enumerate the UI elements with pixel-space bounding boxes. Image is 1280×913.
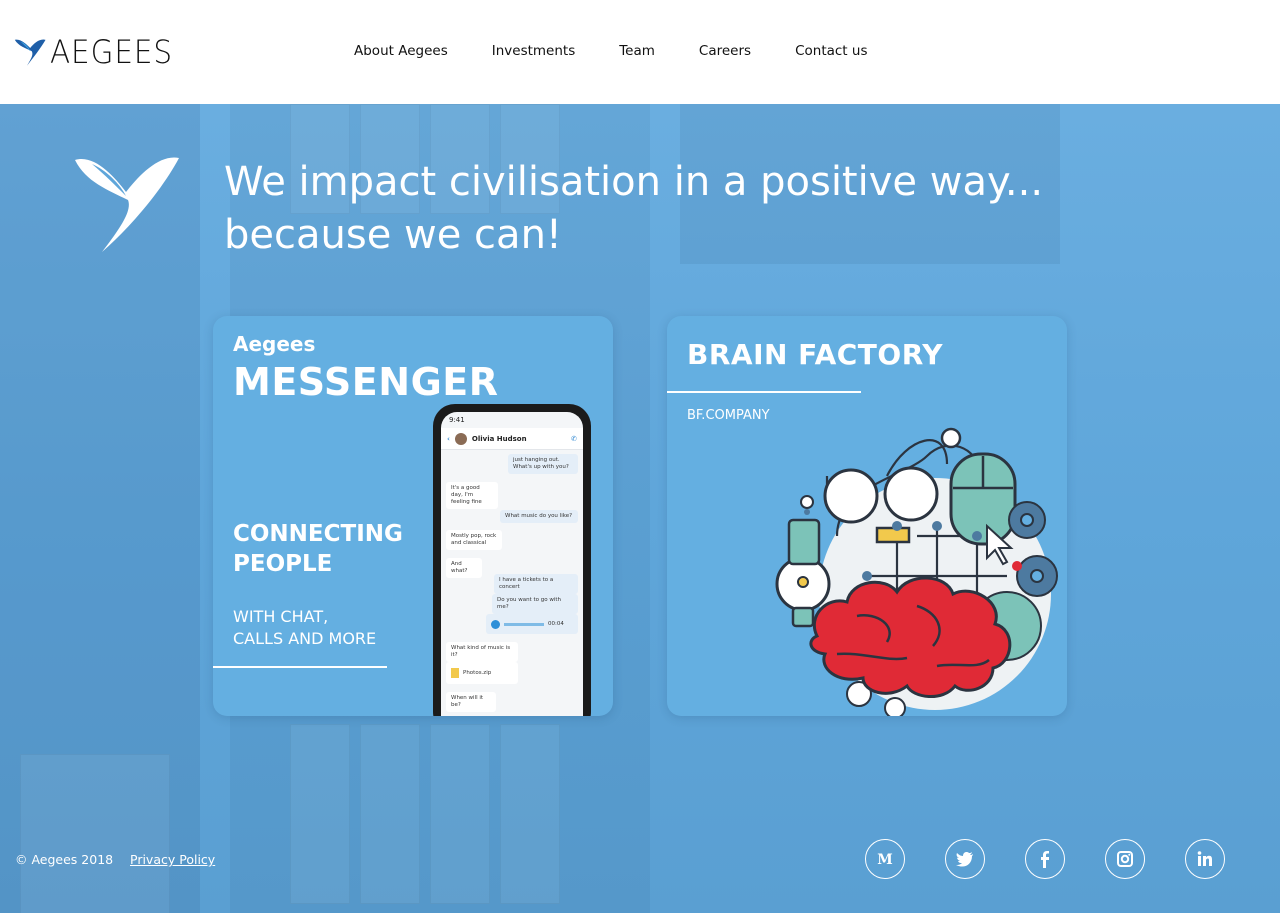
hero-title-line2: because we can! xyxy=(224,212,562,258)
phone-call-icon: ✆ xyxy=(571,434,577,443)
hero-title-line1: We impact civilisation in a positive way… xyxy=(224,159,1044,205)
chat-message: Mostly pop, rock and classical xyxy=(446,530,502,550)
chat-message: And what? xyxy=(446,558,482,578)
nav-investments[interactable]: Investments xyxy=(492,43,576,59)
phone-mockup: 9:41 ‹ Olivia Hudson ✆ just hanging out.… xyxy=(433,404,591,716)
copyright-text: © Aegees 2018 xyxy=(15,852,114,867)
nav-team[interactable]: Team xyxy=(619,43,655,59)
social-instagram[interactable] xyxy=(1105,839,1145,879)
messenger-tagline: CONNECTING PEOPLE xyxy=(233,519,433,579)
chat-message: It's a good day, I'm feeling fine xyxy=(446,482,498,509)
linkedin-icon xyxy=(1197,851,1212,866)
back-arrow-icon: ‹ xyxy=(447,434,450,443)
play-icon xyxy=(491,619,500,629)
messenger-title: MESSENGER xyxy=(233,360,499,404)
divider xyxy=(667,391,861,393)
nav-about[interactable]: About Aegees xyxy=(354,43,448,59)
chat-message: I have a tickets to a concert xyxy=(494,574,578,594)
privacy-policy-link[interactable]: Privacy Policy xyxy=(130,852,215,867)
site-header: AEGEES About Aegees Investments Team Car… xyxy=(0,0,1280,104)
aegees-large-mark-icon xyxy=(75,157,179,252)
features-line2: CALLS AND MORE xyxy=(233,629,377,648)
background-window xyxy=(290,724,350,904)
brain-factory-subtitle: BF.COMPANY xyxy=(687,408,770,423)
chat-header: ‹ Olivia Hudson ✆ xyxy=(441,428,583,450)
background-window xyxy=(20,754,170,913)
social-medium[interactable]: M xyxy=(865,839,905,879)
facebook-icon xyxy=(1041,851,1049,868)
chat-message: just hanging out. What's up with you? xyxy=(508,454,578,474)
background-window xyxy=(360,724,420,904)
brain-circuit-illustration-icon xyxy=(775,427,1058,716)
medium-icon: M xyxy=(877,852,893,868)
messenger-card[interactable]: Aegees MESSENGER CONNECTING PEOPLE WITH … xyxy=(213,316,613,716)
phone-screen: 9:41 ‹ Olivia Hudson ✆ just hanging out.… xyxy=(441,412,583,716)
aegees-mark-icon xyxy=(14,39,46,66)
background-window xyxy=(430,724,490,904)
chat-message: Do you want to go with me? xyxy=(492,594,578,614)
features-line1: WITH CHAT, xyxy=(233,607,329,626)
chat-message: What music do you like? xyxy=(500,510,578,523)
main-nav: About Aegees Investments Team Careers Co… xyxy=(354,43,911,59)
avatar xyxy=(454,432,467,445)
nav-contact[interactable]: Contact us xyxy=(795,43,867,59)
tagline-line2: PEOPLE xyxy=(233,551,333,577)
file-icon xyxy=(451,668,459,678)
nav-careers[interactable]: Careers xyxy=(699,43,751,59)
social-linkedin[interactable] xyxy=(1185,839,1225,879)
aegees-logo[interactable]: AEGEES xyxy=(14,33,184,71)
file-name: Photos.zip xyxy=(463,669,492,676)
voice-duration: 00:04 xyxy=(548,620,564,627)
social-twitter[interactable] xyxy=(945,839,985,879)
logo-text: AEGEES xyxy=(50,33,174,71)
divider xyxy=(213,666,387,668)
chat-message: When will it be? xyxy=(446,692,496,712)
voice-message: 00:04 xyxy=(486,614,578,634)
phone-status-bar: 9:41 xyxy=(449,416,465,424)
messenger-brand: Aegees xyxy=(233,332,316,356)
brain-factory-card[interactable]: BRAIN FACTORY BF.COMPANY xyxy=(667,316,1067,716)
tagline-line1: CONNECTING xyxy=(233,521,403,547)
instagram-icon xyxy=(1117,851,1133,867)
social-facebook[interactable] xyxy=(1025,839,1065,879)
waveform xyxy=(504,622,544,626)
messenger-features: WITH CHAT, CALLS AND MORE xyxy=(233,606,433,650)
hero-section: We impact civilisation in a positive way… xyxy=(0,104,1280,913)
background-window xyxy=(500,724,560,904)
hero-title: We impact civilisation in a positive way… xyxy=(224,156,1104,262)
chat-contact-name: Olivia Hudson xyxy=(471,434,527,443)
svg-text:M: M xyxy=(877,852,893,868)
chat-message: What kind of music is it? xyxy=(446,642,518,662)
twitter-icon xyxy=(956,852,973,867)
file-attachment: Photos.zip xyxy=(446,662,518,684)
brain-factory-title: BRAIN FACTORY xyxy=(687,338,944,371)
